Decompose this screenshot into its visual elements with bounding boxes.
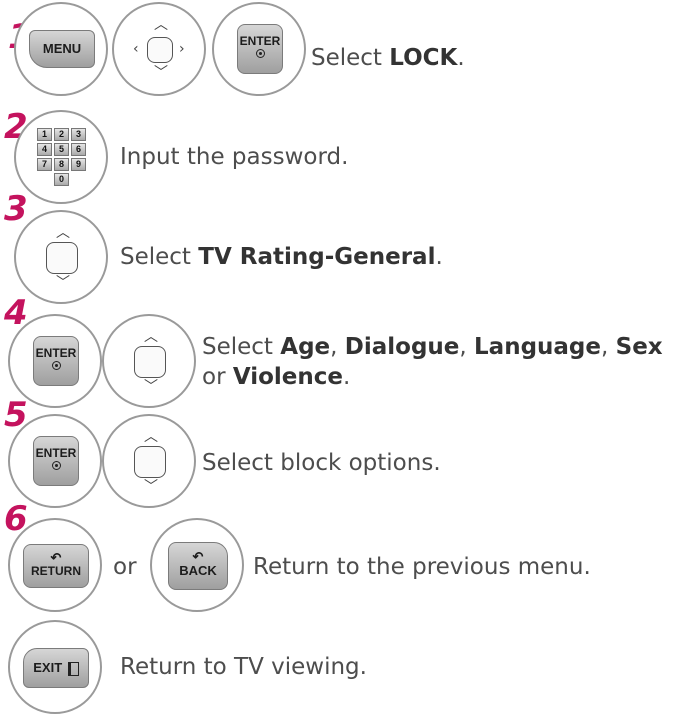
number-key: 6 xyxy=(71,143,86,156)
step-5-text: Select block options. xyxy=(202,450,441,476)
chevron-down-icon: ﹀ xyxy=(56,275,70,291)
chevron-up-icon: ︿ xyxy=(56,225,70,241)
step-6-text: Return to the previous menu. xyxy=(253,554,591,580)
enter-key-label: ENTER xyxy=(35,346,77,360)
number-keys-circle: 1 2 3 4 5 6 7 8 9 0 xyxy=(14,110,108,204)
step-2: 2 1 2 3 4 5 6 7 8 9 0 Input the password… xyxy=(0,110,676,210)
exit-door-icon xyxy=(67,661,79,676)
navigation-circle: ︿ ﹀ xyxy=(14,210,108,304)
navigation-circle: ︿ ‹ › ﹀ xyxy=(112,2,206,96)
step-3: 3 ︿ ﹀ Select TV Rating-General. xyxy=(0,192,676,310)
ok-button-icon xyxy=(51,361,61,370)
number-key: 4 xyxy=(37,143,52,156)
step-number: 3 xyxy=(4,189,28,229)
menu-key: MENU xyxy=(29,30,95,68)
step-5: 5 ENTER ︿ ﹀ Select block options. xyxy=(0,398,676,514)
back-button-circle: ↶ BACK xyxy=(150,518,244,612)
navigation-circle: ︿ ﹀ xyxy=(102,314,196,408)
enter-button-circle: ENTER xyxy=(8,314,102,408)
back-arrow-icon: ↶ xyxy=(192,549,204,564)
enter-key: ENTER xyxy=(237,24,283,74)
number-key: 5 xyxy=(54,143,69,156)
menu-button-circle: MENU xyxy=(14,2,108,96)
or-label: or xyxy=(113,554,137,580)
number-key: 0 xyxy=(54,173,69,186)
enter-key: ENTER xyxy=(33,436,79,486)
navigation-pad-icon xyxy=(134,446,166,478)
exit-key-label: EXIT xyxy=(33,660,63,675)
return-key: ↶ RETURN xyxy=(23,544,89,588)
chevron-up-icon: ︿ xyxy=(154,17,168,33)
number-key: 2 xyxy=(54,128,69,141)
number-key: 3 xyxy=(71,128,86,141)
return-key-label: RETURN xyxy=(31,564,81,578)
step-4: 4 ENTER ︿ ﹀ Select Age, Dialogue, Langua… xyxy=(0,296,676,414)
ok-button-icon xyxy=(51,461,61,470)
enter-button-circle: ENTER xyxy=(212,2,306,96)
chevron-up-icon: ︿ xyxy=(144,429,158,445)
step-exit-text: Return to TV viewing. xyxy=(120,654,367,680)
ok-button-icon xyxy=(255,49,265,58)
exit-key: EXIT xyxy=(23,648,89,688)
number-key: 7 xyxy=(37,158,52,171)
step-2-text: Input the password. xyxy=(120,144,349,170)
return-button-circle: ↶ RETURN xyxy=(8,518,102,612)
enter-button-circle: ENTER xyxy=(8,414,102,508)
back-key-label: BACK xyxy=(179,563,217,578)
step-1: 1 MENU ︿ ‹ › ﹀ ENTER Select LOCK. xyxy=(0,0,676,110)
navigation-pad-icon xyxy=(134,346,166,378)
chevron-right-icon: › xyxy=(179,41,185,57)
chevron-left-icon: ‹ xyxy=(133,41,139,57)
step-1-text: Select LOCK. xyxy=(311,45,465,71)
number-keypad: 1 2 3 4 5 6 7 8 9 0 xyxy=(37,128,86,186)
step-exit: EXIT Return to TV viewing. xyxy=(0,620,676,717)
number-key: 1 xyxy=(37,128,52,141)
enter-key-label: ENTER xyxy=(239,34,281,48)
back-key: ↶ BACK xyxy=(168,542,228,590)
navigation-pad-icon xyxy=(46,242,78,274)
back-arrow-icon: ↶ xyxy=(50,550,62,565)
navigation-circle: ︿ ﹀ xyxy=(102,414,196,508)
step-4-text: Select Age, Dialogue, Language, Sex or V… xyxy=(202,334,663,390)
chevron-down-icon: ﹀ xyxy=(144,379,158,395)
enter-key-label: ENTER xyxy=(35,446,77,460)
number-key: 8 xyxy=(54,158,69,171)
enter-key: ENTER xyxy=(33,336,79,386)
chevron-up-icon: ︿ xyxy=(144,329,158,345)
exit-button-circle: EXIT xyxy=(8,620,102,714)
navigation-pad-icon xyxy=(147,37,173,63)
step-3-text: Select TV Rating-General. xyxy=(120,244,443,270)
chevron-down-icon: ﹀ xyxy=(154,65,168,81)
step-6: 6 ↶ RETURN or ↶ BACK Return to the previ… xyxy=(0,502,676,618)
menu-key-label: MENU xyxy=(42,41,82,56)
chevron-down-icon: ﹀ xyxy=(144,479,158,495)
number-key: 9 xyxy=(71,158,86,171)
